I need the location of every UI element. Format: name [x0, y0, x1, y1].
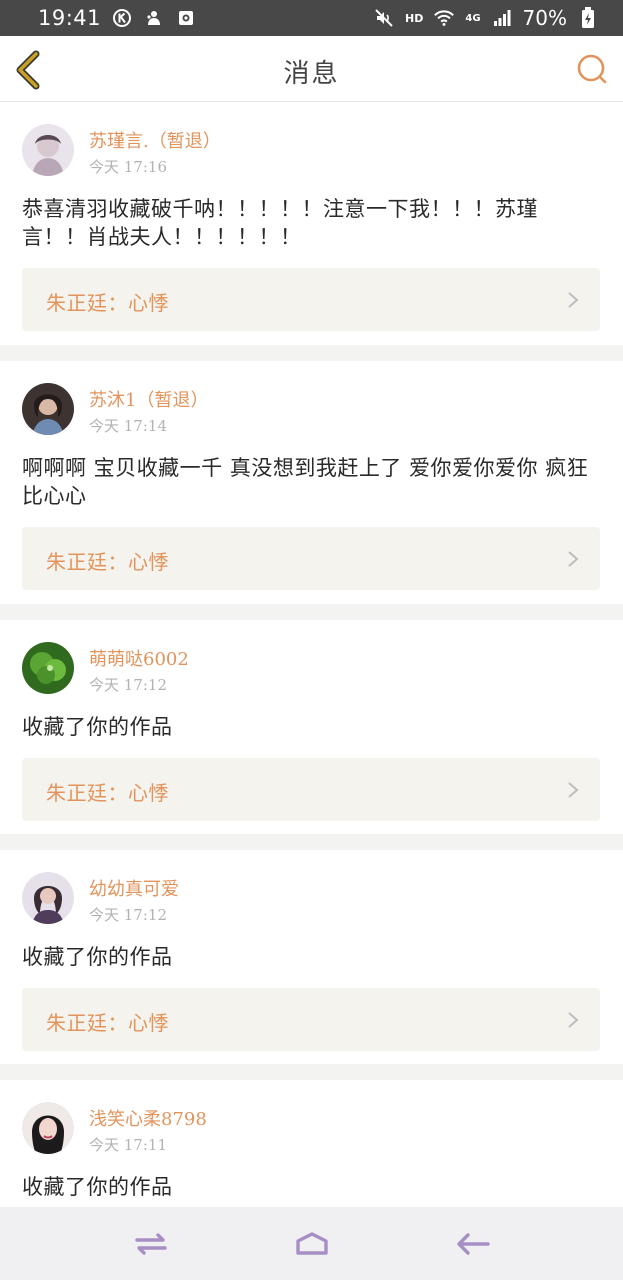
message-card: 萌萌哒6002 今天 17:12 收藏了你的作品 朱正廷：心悸 [0, 620, 623, 834]
back-icon [456, 1232, 490, 1255]
signal-icon [491, 7, 513, 29]
system-nav-bar [0, 1207, 623, 1280]
status-bar-right: HD 4G 70% [373, 6, 599, 30]
battery-charging-icon [577, 7, 599, 29]
back-nav-button[interactable] [451, 1226, 495, 1262]
avatar[interactable] [22, 642, 74, 694]
hd-label: HD [405, 11, 424, 25]
chevron-right-icon [568, 782, 579, 798]
work-title: 朱正廷：心悸 [46, 550, 169, 574]
avatar[interactable] [22, 383, 74, 435]
message-text: 收藏了你的作品 [22, 1175, 173, 1199]
timestamp: 今天 17:14 [89, 417, 167, 435]
work-title: 朱正廷：心悸 [46, 1011, 169, 1035]
chevron-right-icon [568, 1012, 579, 1028]
app-icon [175, 7, 197, 29]
separator [0, 604, 623, 620]
timestamp: 今天 17:16 [89, 158, 167, 176]
chevron-right-icon [568, 551, 579, 567]
network-type-label: 4G [465, 12, 481, 24]
timestamp: 今天 17:11 [89, 1136, 167, 1154]
work-reference[interactable]: 朱正廷：心悸 [22, 988, 600, 1051]
status-bar-left: 19:41 [38, 6, 197, 30]
search-button[interactable] [575, 52, 609, 86]
message-text: 啊啊啊 宝贝收藏一千 真没想到我赶上了 爱你爱你爱你 疯狂比心心 [22, 456, 589, 508]
user-name[interactable]: 幼幼真可爱 [89, 875, 179, 901]
work-reference[interactable]: 朱正廷：心悸 [22, 758, 600, 821]
timestamp: 今天 17:12 [89, 676, 167, 694]
battery-level: 70% [522, 6, 567, 30]
user-name[interactable]: 苏沐1（暂退） [89, 386, 208, 412]
message-text: 收藏了你的作品 [22, 945, 173, 969]
k-circle-icon [111, 7, 133, 29]
separator [0, 1064, 623, 1080]
recent-apps-button[interactable] [129, 1226, 173, 1262]
work-reference[interactable]: 朱正廷：心悸 [22, 268, 600, 331]
user-name[interactable]: 浅笑心柔8798 [89, 1105, 207, 1131]
timestamp: 今天 17:12 [89, 906, 167, 924]
work-title: 朱正廷：心悸 [46, 781, 169, 805]
top-header: 消息 [0, 36, 623, 102]
user-name[interactable]: 萌萌哒6002 [89, 645, 189, 671]
home-button[interactable] [290, 1226, 334, 1262]
avatar[interactable] [22, 1102, 74, 1154]
work-reference[interactable]: 朱正廷：心悸 [22, 527, 600, 590]
avatar[interactable] [22, 124, 74, 176]
user-name[interactable]: 苏瑾言.（暂退） [89, 127, 221, 153]
chevron-right-icon [568, 292, 579, 308]
search-icon [577, 54, 607, 84]
work-title: 朱正廷：心悸 [46, 291, 169, 315]
wifi-icon [433, 7, 455, 29]
status-bar: 19:41 HD 4G 70% [0, 0, 623, 36]
status-time: 19:41 [38, 6, 102, 30]
mute-icon [373, 7, 395, 29]
home-icon [295, 1231, 328, 1255]
message-text: 收藏了你的作品 [22, 715, 173, 739]
separator [0, 834, 623, 850]
message-card: 苏沐1（暂退） 今天 17:14 啊啊啊 宝贝收藏一千 真没想到我赶上了 爱你爱… [0, 361, 623, 604]
pet-icon [143, 7, 165, 29]
separator [0, 345, 623, 361]
message-card: 苏瑾言.（暂退） 今天 17:16 恭喜清羽收藏破千呐！！！！！注意一下我！！！… [0, 102, 623, 345]
message-card: 幼幼真可爱 今天 17:12 收藏了你的作品 朱正廷：心悸 [0, 850, 623, 1064]
recent-apps-icon [134, 1232, 167, 1255]
message-text: 恭喜清羽收藏破千呐！！！！！注意一下我！！！苏瑾言！！肖战夫人！！！！！！ [22, 197, 538, 249]
message-card: 浅笑心柔8798 今天 17:11 收藏了你的作品 [0, 1080, 623, 1207]
page-title: 消息 [283, 59, 340, 89]
message-feed[interactable]: 苏瑾言.（暂退） 今天 17:16 恭喜清羽收藏破千呐！！！！！注意一下我！！！… [0, 102, 623, 1207]
avatar[interactable] [22, 872, 74, 924]
